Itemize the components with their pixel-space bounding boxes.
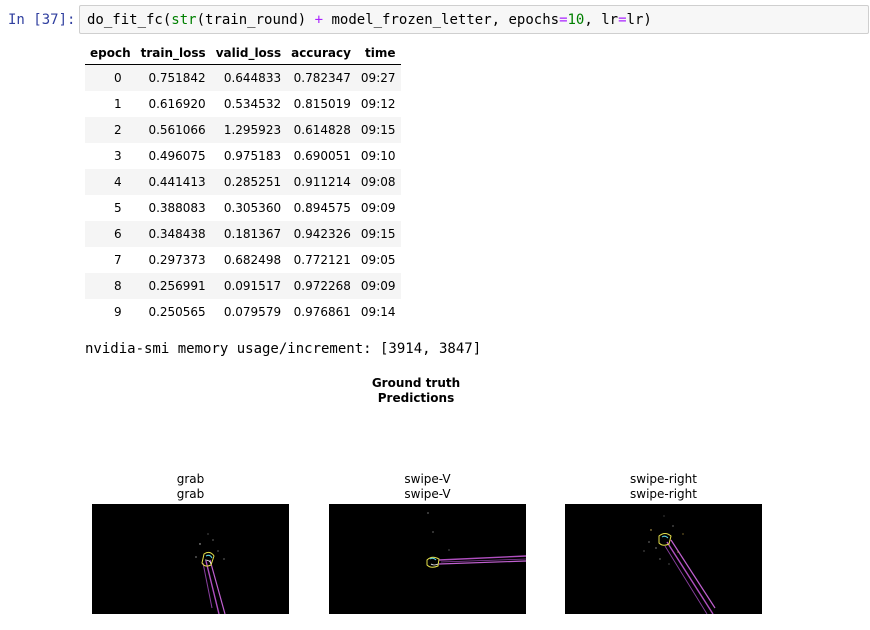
header-epoch: epoch [85,41,136,65]
cell-accuracy: 0.972268 [293,279,351,293]
cell-accuracy: 0.976861 [293,305,351,319]
table-row: 2 0.561066 1.295923 0.614828 09:15 [85,117,401,143]
cell-train-loss: 0.561066 [148,123,206,137]
cell-valid-loss: 0.285251 [223,175,282,189]
panel-2-truth-label: swipe-V [404,472,451,486]
panel-1-frame-image [92,504,289,614]
cell-valid-loss: 0.305360 [223,201,282,215]
cell-accuracy: 0.911214 [293,175,351,189]
cell-epoch: 5 [114,201,122,215]
table-row: 7 0.297373 0.682498 0.772121 09:05 [85,247,401,273]
table-row: 3 0.496075 0.975183 0.690051 09:10 [85,143,401,169]
cell-time: 09:15 [360,227,396,241]
cell-valid-loss: 0.079579 [223,305,282,319]
table-row: 4 0.441413 0.285251 0.911214 09:08 [85,169,401,195]
cell-epoch: 4 [114,175,122,189]
cell-time: 09:09 [360,201,396,215]
cell-valid-loss: 0.975183 [223,149,282,163]
header-time: time [355,41,401,65]
cell-train-loss: 0.496075 [148,149,206,163]
cell-train-loss: 0.751842 [148,71,206,85]
panel-3-prediction-label: swipe-right [630,487,697,501]
cell-accuracy: 0.772121 [293,253,351,267]
figure-title-ground-truth: Ground truth [371,376,461,390]
cell-valid-loss: 0.644833 [223,71,282,85]
cell-train-loss: 0.297373 [148,253,206,267]
stdout-memory-usage: nvidia-smi memory usage/increment: [3914… [85,341,482,357]
code-argument-rest: model_frozen_letter, epochs [323,12,560,28]
cell-accuracy: 0.782347 [293,71,351,85]
cell-time: 09:05 [360,253,396,267]
code-operator-plus: + [314,12,324,28]
table-row: 5 0.388083 0.305360 0.894575 09:09 [85,195,401,221]
cell-time: 09:15 [360,123,396,137]
cell-epoch: 3 [114,149,122,163]
cell-train-loss: 0.441413 [148,175,206,189]
table-row: 8 0.256991 0.091517 0.972268 09:09 [85,273,401,299]
cell-epoch: 8 [114,279,122,293]
cell-train-loss: 0.256991 [148,279,206,293]
cell-valid-loss: 0.534532 [223,97,282,111]
table-row: 1 0.616920 0.534532 0.815019 09:12 [85,91,401,117]
code-tail: lr) [626,12,652,28]
header-valid-loss: valid_loss [210,41,287,65]
panel-3-frame-image [565,504,762,614]
panel-1-hand-image [195,533,226,614]
cell-accuracy: 0.614828 [293,123,351,137]
cell-accuracy: 0.815019 [293,97,351,111]
code-operator-equals-2: = [618,12,627,28]
cell-time: 09:09 [360,279,396,293]
header-accuracy: accuracy [286,41,356,65]
cell-epoch: 9 [114,305,122,319]
cell-accuracy: 0.690051 [293,149,351,163]
table-row: 0 0.751842 0.644833 0.782347 09:27 [85,64,401,91]
code-argument: (train_round) [196,12,315,28]
code-separator: , lr [584,12,619,28]
cell-accuracy: 0.942326 [293,227,351,241]
cell-train-loss: 0.250565 [148,305,206,319]
cell-epoch: 7 [114,253,122,267]
panel-1-prediction-label: grab [176,487,205,501]
cell-time: 09:27 [360,71,396,85]
cell-epoch: 2 [114,123,122,137]
table-row: 6 0.348438 0.181367 0.942326 09:15 [85,221,401,247]
panel-2-prediction-label: swipe-V [404,487,451,501]
cell-accuracy: 0.894575 [293,201,351,215]
cell-valid-loss: 1.295923 [223,123,282,137]
table-header-row: epoch train_loss valid_loss accuracy tim… [85,41,401,65]
code-cell-editor[interactable]: do_fit_fc(str(train_round) + model_froze… [79,5,869,34]
cell-epoch: 0 [114,71,122,85]
code-line[interactable]: do_fit_fc(str(train_round) + model_froze… [87,12,652,28]
cell-train-loss: 0.388083 [148,201,206,215]
cell-time: 09:08 [360,175,396,189]
cell-epoch: 6 [114,227,122,241]
panel-3-hand-image [643,515,716,614]
code-number-epochs: 10 [567,12,585,28]
cell-time: 09:14 [360,305,396,319]
cell-train-loss: 0.348438 [148,227,206,241]
cell-valid-loss: 0.181367 [223,227,282,241]
table-row: 9 0.250565 0.079579 0.976861 09:14 [85,299,401,325]
cell-epoch: 1 [114,97,122,111]
cell-valid-loss: 0.682498 [223,253,282,267]
cell-valid-loss: 0.091517 [223,279,282,293]
panel-3-truth-label: swipe-right [630,472,697,486]
header-train-loss: train_loss [135,41,211,65]
panel-2-hand-image [426,512,526,568]
cell-train-loss: 0.616920 [148,97,206,111]
panel-1-truth-label: grab [176,472,205,486]
cell-time: 09:12 [360,97,396,111]
code-builtin-str: str [171,12,197,28]
code-function-name: do_fit_fc( [87,12,172,28]
training-results-table: epoch train_loss valid_loss accuracy tim… [85,41,401,325]
panel-2-frame-image [329,504,526,614]
cell-time: 09:10 [360,149,396,163]
input-prompt: In [37]: [8,12,76,28]
code-operator-equals: = [559,12,568,28]
figure-title-predictions: Predictions [377,391,455,405]
